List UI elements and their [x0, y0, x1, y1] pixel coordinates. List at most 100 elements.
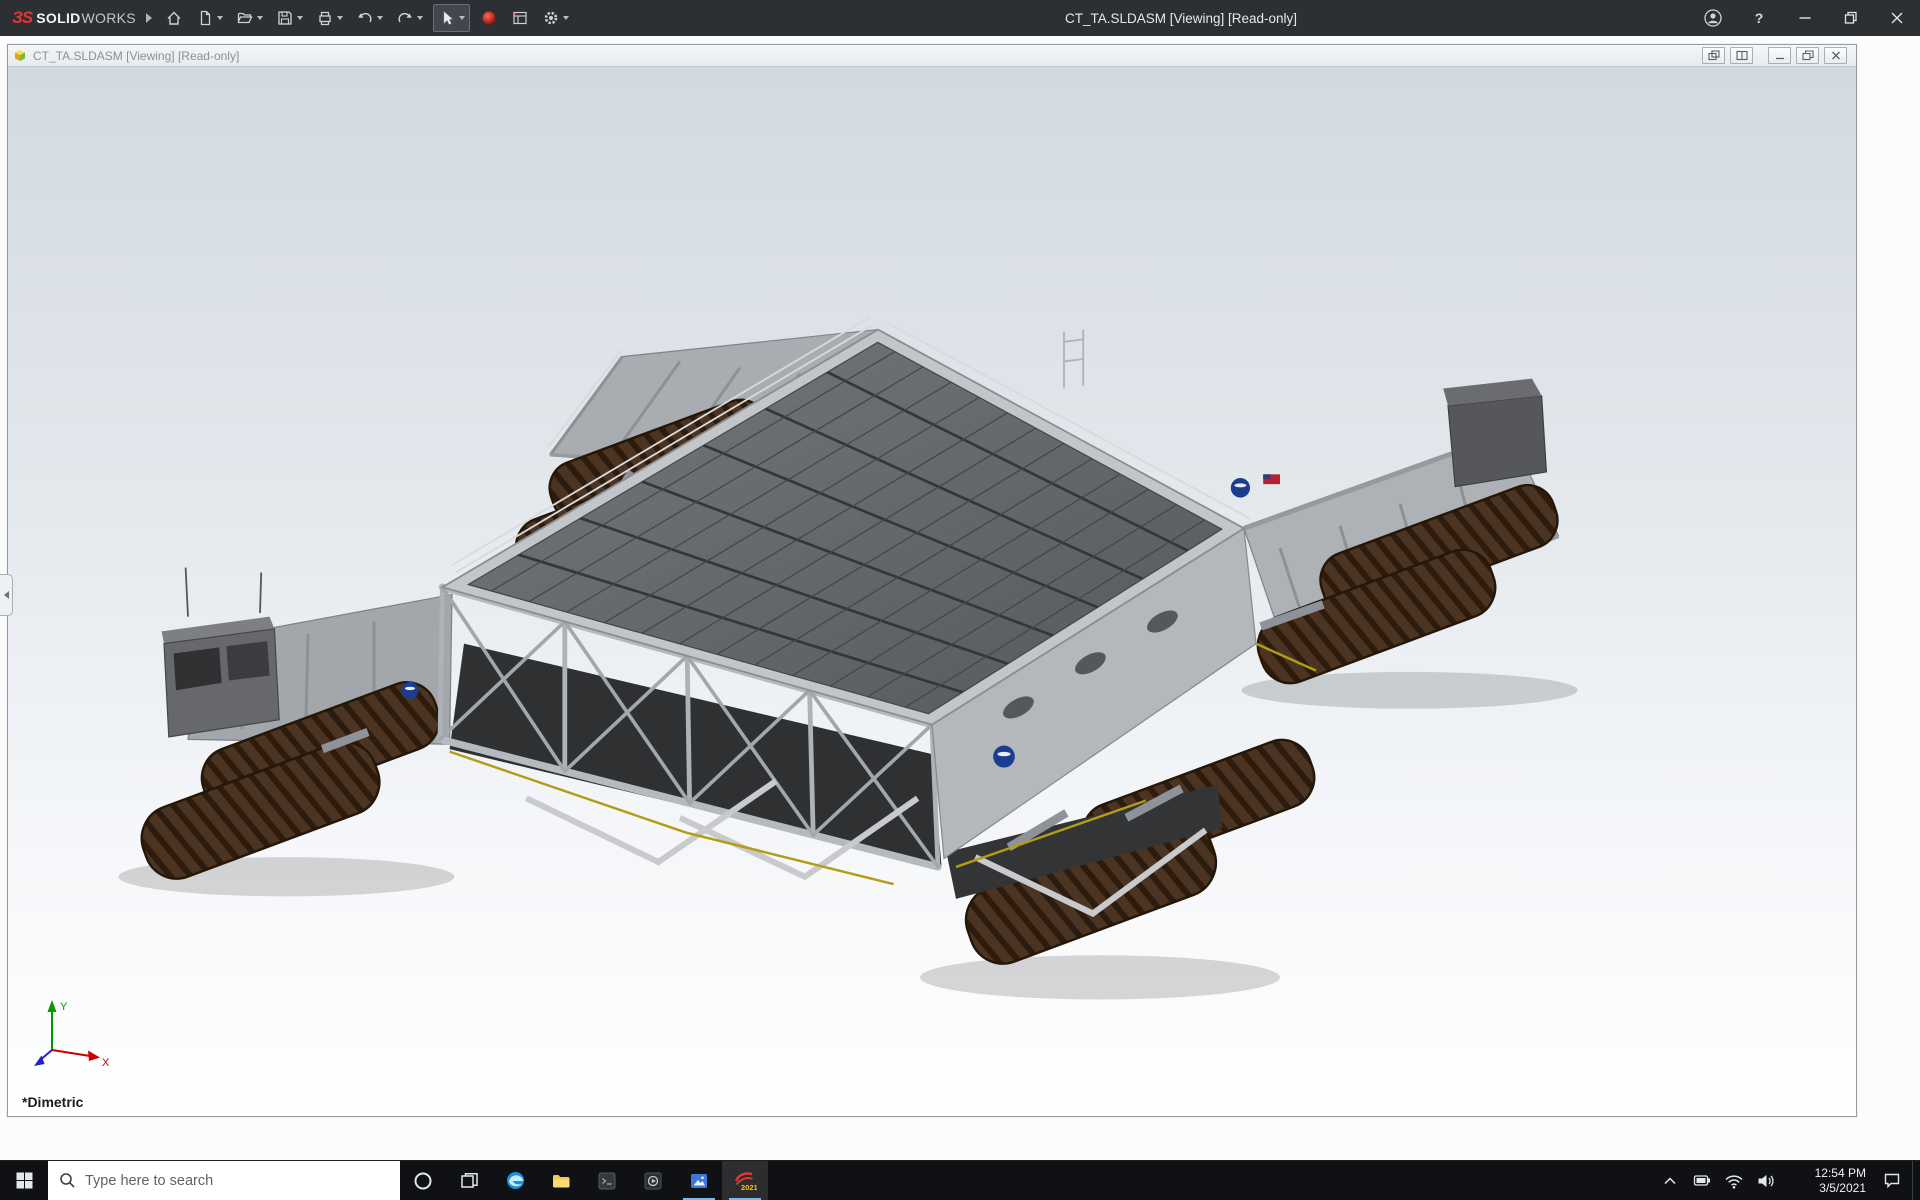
dropdown-chevron-icon[interactable] — [417, 16, 423, 20]
appearance-button[interactable] — [477, 4, 501, 32]
options-button[interactable] — [539, 4, 572, 32]
view-orientation-label: *Dimetric — [22, 1094, 83, 1110]
hidden-icons-button[interactable] — [1654, 1161, 1686, 1200]
task-view-button[interactable] — [446, 1161, 492, 1200]
file-explorer-icon — [551, 1171, 572, 1191]
open-button[interactable] — [233, 4, 266, 32]
dropdown-chevron-icon[interactable] — [337, 16, 343, 20]
undo-button[interactable] — [353, 4, 386, 32]
featuremanager-collapsed-handle[interactable] — [0, 574, 13, 616]
menu-flyout-arrow[interactable] — [146, 13, 152, 23]
expand-panel-icon — [4, 591, 9, 599]
account-button[interactable] — [1690, 0, 1736, 36]
redo-button[interactable] — [393, 4, 426, 32]
battery-button[interactable] — [1686, 1161, 1718, 1200]
doc-restore-button[interactable] — [1796, 47, 1819, 64]
close-icon — [1888, 9, 1906, 27]
doc-minimize-button[interactable] — [1768, 47, 1791, 64]
screen: ЗS SOLID WORKS — [0, 0, 1920, 1200]
save-icon — [276, 9, 294, 27]
undo-icon — [356, 9, 374, 27]
dropdown-chevron-icon[interactable] — [377, 16, 383, 20]
taskbar-app-edge[interactable] — [492, 1161, 538, 1200]
photos-icon — [689, 1171, 709, 1191]
triad-y-label: Y — [60, 1001, 68, 1013]
taskbar-app-media-player[interactable] — [630, 1161, 676, 1200]
select-tool-button[interactable] — [433, 4, 470, 32]
search-icon — [59, 1172, 76, 1189]
help-icon: ? — [1755, 10, 1764, 26]
cortana-icon — [413, 1171, 433, 1191]
print-button[interactable] — [313, 4, 346, 32]
media-player-icon — [643, 1171, 663, 1191]
graphics-viewport[interactable]: Y X *Dimetric — [8, 67, 1856, 1116]
new-document-button[interactable] — [193, 4, 226, 32]
taskbar-spacer — [768, 1161, 1654, 1200]
dropdown-chevron-icon[interactable] — [257, 16, 263, 20]
home-icon — [165, 9, 183, 27]
chevron-up-icon — [1660, 1172, 1680, 1190]
task-view-icon — [460, 1172, 479, 1190]
app-window-title: CT_TA.SLDASM [Viewing] [Read-only] — [1065, 11, 1297, 26]
help-button[interactable]: ? — [1736, 0, 1782, 36]
design-library-icon — [511, 9, 529, 27]
dropdown-chevron-icon[interactable] — [563, 16, 569, 20]
operator-cab[interactable] — [162, 568, 280, 737]
open-folder-icon — [236, 9, 254, 27]
assembly-document-icon — [13, 49, 27, 62]
design-library-button[interactable] — [508, 4, 532, 32]
speaker-icon — [1757, 1171, 1776, 1191]
orientation-triad: Y X — [32, 994, 118, 1074]
taskbar-app-terminal[interactable] — [584, 1161, 630, 1200]
save-button[interactable] — [273, 4, 306, 32]
search-input[interactable] — [85, 1173, 389, 1189]
taskbar-search[interactable] — [48, 1161, 400, 1200]
doc-popout-button[interactable] — [1702, 47, 1725, 64]
show-desktop-button[interactable] — [1912, 1161, 1920, 1200]
taskbar-app-photos[interactable] — [676, 1161, 722, 1200]
window-controls: ? — [1690, 0, 1920, 36]
triad-x-label: X — [102, 1057, 110, 1069]
minimize-icon — [1796, 9, 1814, 27]
crawler-transporter-model[interactable] — [8, 67, 1856, 1116]
network-button[interactable] — [1718, 1161, 1750, 1200]
gear-icon — [542, 9, 560, 27]
workspace: CT_TA.SLDASM [Viewing] [Read-only] — [0, 36, 1920, 1160]
doc-tile-button[interactable] — [1730, 47, 1753, 64]
cortana-button[interactable] — [400, 1161, 446, 1200]
action-center-button[interactable] — [1872, 1161, 1912, 1200]
dropdown-chevron-icon[interactable] — [217, 16, 223, 20]
edge-icon — [505, 1170, 526, 1191]
rear-right-box[interactable] — [1443, 379, 1546, 487]
dropdown-chevron-icon[interactable] — [459, 16, 465, 20]
wifi-icon — [1724, 1172, 1744, 1190]
volume-button[interactable] — [1750, 1161, 1782, 1200]
battery-icon — [1693, 1171, 1712, 1190]
print-icon — [316, 9, 334, 27]
quick-access-toolbar — [162, 4, 572, 32]
app-titlebar: ЗS SOLID WORKS — [0, 0, 1920, 36]
minimize-button[interactable] — [1782, 0, 1828, 36]
clock-time: 12:54 PM — [1815, 1166, 1866, 1181]
taskbar-app-file-explorer[interactable] — [538, 1161, 584, 1200]
document-window-controls — [1702, 47, 1851, 64]
solidworks-year-badge: 2021 — [741, 1183, 757, 1192]
clock-date: 3/5/2021 — [1819, 1181, 1866, 1196]
close-button[interactable] — [1874, 0, 1920, 36]
solidworks-logo-mark: ЗS — [12, 8, 32, 28]
document-titlebar[interactable]: CT_TA.SLDASM [Viewing] [Read-only] — [8, 45, 1856, 67]
red-sphere-icon — [480, 9, 498, 27]
access-mast — [1064, 330, 1083, 389]
taskbar-clock[interactable]: 12:54 PM 3/5/2021 — [1782, 1161, 1872, 1200]
restore-icon — [1802, 50, 1814, 61]
restore-icon — [1842, 9, 1860, 27]
solidworks-logo[interactable]: ЗS SOLID WORKS — [12, 8, 136, 28]
dropdown-chevron-icon[interactable] — [297, 16, 303, 20]
doc-close-button[interactable] — [1824, 47, 1847, 64]
home-button[interactable] — [162, 4, 186, 32]
windows-logo-icon — [15, 1171, 34, 1190]
restore-button[interactable] — [1828, 0, 1874, 36]
terminal-icon — [597, 1171, 617, 1191]
start-button[interactable] — [0, 1161, 48, 1200]
taskbar-app-solidworks[interactable]: 2021 — [722, 1161, 768, 1200]
